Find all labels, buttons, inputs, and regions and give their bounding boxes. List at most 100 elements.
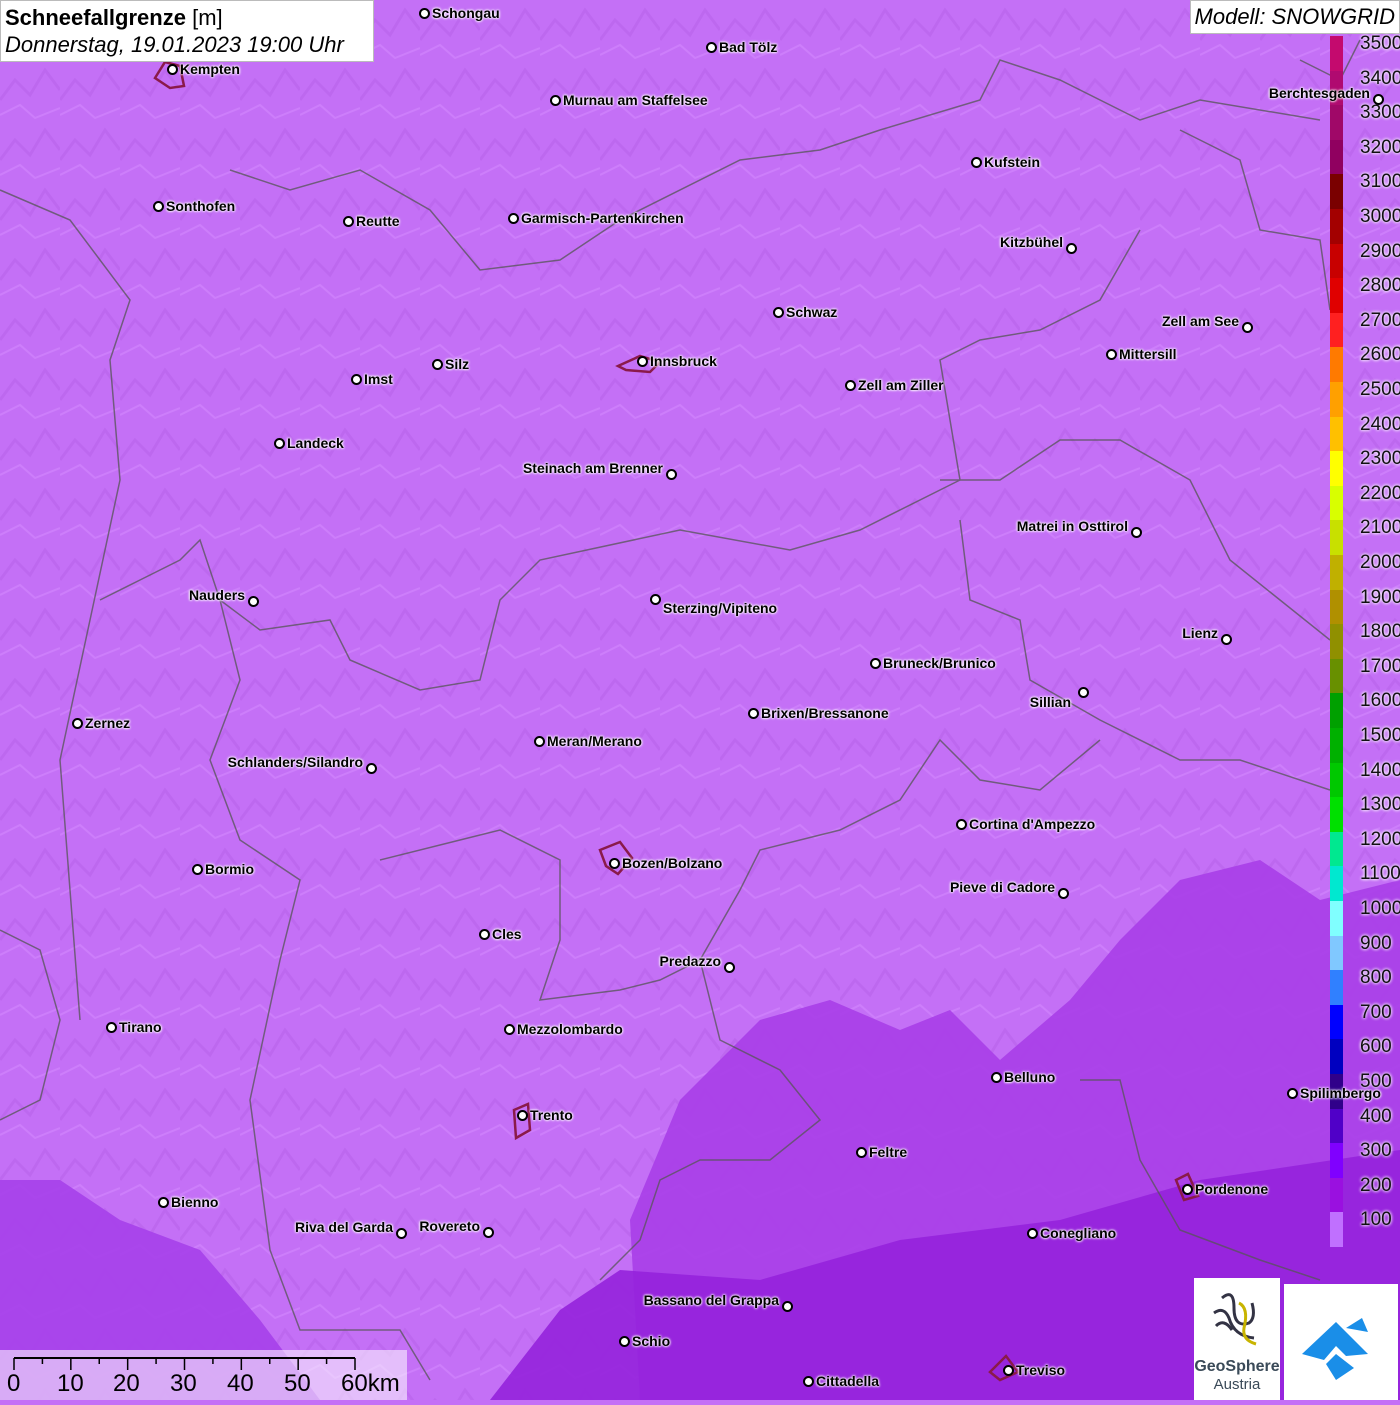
city-marker (619, 1336, 630, 1347)
legend-tick-label: 100 (1360, 1209, 1392, 1231)
legend-color-band (1330, 728, 1343, 763)
legend-color-band (1330, 1177, 1343, 1213)
legend-color-band (1330, 1143, 1343, 1179)
title-panel: Schneefallgrenze [m] Donnerstag, 19.01.2… (0, 0, 374, 62)
city-marker (773, 307, 784, 318)
city-label: Kufstein (984, 154, 1040, 170)
city-label: Pordenone (1195, 1181, 1269, 1197)
scale-label: 50 (284, 1370, 311, 1397)
city-marker (534, 736, 545, 747)
legend-color-band (1330, 451, 1343, 487)
legend-color-band (1330, 485, 1343, 521)
map-unit: [m] (192, 5, 223, 30)
city-label: Bad Tölz (719, 39, 778, 55)
legend-tick-label: 3300 (1360, 102, 1400, 124)
geosphere-austria-logo: GeoSphere Austria (1194, 1278, 1280, 1400)
city-label: Schongau (432, 5, 500, 21)
city-label: Cittadella (816, 1373, 880, 1389)
legend-tick-label: 900 (1360, 932, 1392, 954)
legend-color-band (1330, 935, 1343, 971)
legend-tick-label: 2100 (1360, 517, 1400, 539)
legend-color-band (1330, 658, 1343, 694)
city-label: Schwaz (786, 304, 838, 320)
city-label: Mezzolombardo (517, 1021, 623, 1037)
city-marker (517, 1110, 528, 1121)
legend-tick-label: 2600 (1360, 344, 1400, 366)
city-label: Rovereto (419, 1218, 480, 1234)
city-label: Kitzbühel (1000, 234, 1063, 250)
city-label: Conegliano (1040, 1225, 1117, 1241)
city-label: Belluno (1004, 1069, 1056, 1085)
city-label: Zell am Ziller (858, 377, 944, 393)
city-marker (1221, 634, 1232, 645)
city-label: Kempten (180, 61, 240, 77)
legend-color-band (1330, 1108, 1343, 1144)
legend-tick-label: 1800 (1360, 621, 1400, 643)
legend-tick-label: 1300 (1360, 794, 1400, 816)
city-label: Bruneck/Brunico (883, 655, 996, 671)
legend-color-band (1330, 901, 1343, 936)
city-marker (991, 1072, 1002, 1083)
geosphere-logo-line2: Austria (1213, 1376, 1261, 1393)
city-marker (483, 1227, 494, 1238)
legend-color-band (1330, 589, 1343, 625)
map-datetime: Donnerstag, 19.01.2023 19:00 Uhr (5, 32, 344, 57)
legend-color-band (1330, 209, 1343, 244)
city-label: Landeck (287, 435, 344, 451)
legend-tick-label: 3100 (1360, 171, 1400, 193)
legend-color-band (1330, 312, 1343, 348)
legend-tick-label: 1200 (1360, 828, 1400, 850)
scale-bar: 0 10 20 30 40 50 60km (0, 1350, 407, 1400)
city-marker (192, 864, 203, 875)
city-marker (666, 469, 677, 480)
city-marker (609, 858, 620, 869)
city-label: Riva del Garda (294, 1219, 393, 1235)
scale-label: 10 (57, 1370, 84, 1397)
legend-tick-label: 1000 (1360, 898, 1400, 919)
legend-color-band (1330, 416, 1343, 452)
city-marker (637, 356, 648, 367)
legend-tick-label: 300 (1360, 1140, 1392, 1162)
city-label: Sillian (1029, 694, 1071, 710)
legend-color-band (1330, 866, 1343, 902)
city-marker (158, 1197, 169, 1208)
legend-color-band (1330, 1004, 1343, 1040)
city-marker (845, 380, 856, 391)
legend-color-band (1330, 797, 1343, 833)
legend-color-band (1330, 1039, 1343, 1075)
city-label: Bienno (171, 1194, 219, 1210)
city-label: Feltre (869, 1144, 908, 1160)
city-label: Nauders (188, 587, 245, 603)
legend-color-band (1330, 347, 1343, 383)
city-marker (366, 763, 377, 774)
city-marker (1106, 349, 1117, 360)
city-marker (343, 216, 354, 227)
city-marker (1242, 322, 1253, 333)
geosphere-logo-line1: GeoSphere (1194, 1358, 1280, 1375)
city-label: Schio (632, 1333, 671, 1349)
legend-color-band (1330, 693, 1343, 729)
legend-color-band (1330, 831, 1343, 867)
city-label: Tirano (119, 1019, 162, 1035)
legend-tick-label: 2900 (1360, 240, 1400, 262)
city-label: Predazzo (659, 953, 721, 969)
legend-color-band (1330, 762, 1343, 798)
legend-color-band (1330, 1212, 1343, 1248)
legend-tick-label: 3000 (1360, 206, 1400, 227)
color-legend: 3500 3400 3300 3200 3100 3000 2900 2800 2700 2600… (1328, 33, 1400, 1248)
city-label: Berchtesgaden (1268, 85, 1370, 101)
city-marker (508, 213, 519, 224)
map-title: Schneefallgrenze (5, 5, 186, 30)
city-marker (803, 1376, 814, 1387)
legend-tick-label: 1600 (1360, 690, 1400, 712)
legend-color-band (1330, 382, 1343, 417)
scale-label: 0 (7, 1370, 21, 1397)
scale-label: 20 (113, 1370, 140, 1397)
city-marker (706, 42, 717, 53)
legend-tick-label: 3500 (1360, 33, 1400, 54)
city-label: Reutte (356, 213, 400, 229)
city-label: Matrei in Osttirol (1016, 518, 1128, 534)
city-marker (72, 718, 83, 729)
legend-tick-label: 2800 (1360, 275, 1400, 297)
legend-color-band (1330, 278, 1343, 314)
